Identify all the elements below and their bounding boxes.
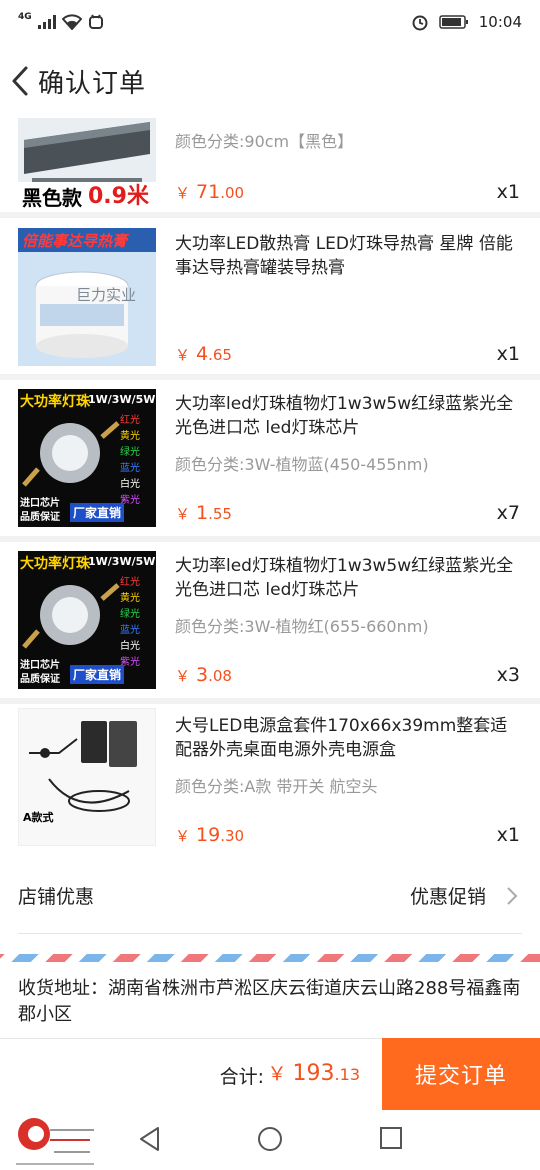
item-quantity: x3 xyxy=(496,664,520,686)
currency-symbol: ￥ xyxy=(175,346,191,364)
item-quantity: x1 xyxy=(496,181,520,203)
price-integer: 1 xyxy=(196,502,209,524)
currency-symbol: ￥ xyxy=(267,1063,287,1085)
item-price: ￥ 71.00 xyxy=(175,181,244,203)
checkout-bar: 合计: ￥ 193.13 提交订单 xyxy=(0,1038,540,1110)
item-title[interactable]: 大功率led灯珠植物灯1w3w5w红绿蓝紫光全光色进口芯 led灯珠芯片 xyxy=(175,392,522,440)
page-header: 确认订单 xyxy=(0,44,540,118)
order-item[interactable]: 黑色款 0.9米 颜色分类:90cm【黑色】 ￥ 71.00 x1 xyxy=(0,118,540,212)
nfc-icon xyxy=(88,14,104,30)
page-title: 确认订单 xyxy=(38,68,147,99)
currency-symbol: ￥ xyxy=(175,184,191,202)
chevron-right-icon xyxy=(507,887,518,905)
thumb-color: 白光 xyxy=(120,479,140,490)
alarm-icon xyxy=(411,13,429,31)
item-variant: 颜色分类:A款 带开关 航空头 xyxy=(175,777,378,796)
shipping-address[interactable]: 收货地址：湖南省株洲市芦淞区庆云街道庆云山路288号福鑫南郡小区 xyxy=(0,962,540,1038)
submit-order-button[interactable]: 提交订单 xyxy=(382,1038,540,1110)
spacer xyxy=(0,934,540,954)
network-type: 4G xyxy=(18,12,32,22)
store-discount-label: 店铺优惠 xyxy=(18,886,95,908)
thumb-label: 黑色款 xyxy=(22,186,82,208)
order-item-list[interactable]: 黑色款 0.9米 颜色分类:90cm【黑色】 ￥ 71.00 x1 倍能事达导热膏… xyxy=(0,118,540,858)
status-right: 10:04 xyxy=(411,13,522,31)
total-label: 合计: xyxy=(219,1066,264,1088)
thumb-color: 黄光 xyxy=(120,431,140,442)
order-item[interactable]: 大功率灯珠 1W/3W/5W 红光 黄光 绿光 蓝光 白光 紫光 进口芯片 品质… xyxy=(0,380,540,536)
thumb-color: 绿光 xyxy=(120,447,140,458)
nav-recents-icon[interactable] xyxy=(379,1126,403,1150)
clock-time: 10:04 xyxy=(478,13,522,31)
price-integer: 71 xyxy=(196,181,221,203)
thumb-color: 蓝光 xyxy=(120,463,140,474)
product-thumbnail[interactable]: 大功率灯珠 1W/3W/5W 红光 黄光 绿光 蓝光 白光 紫光 进口芯片 品质… xyxy=(18,551,156,689)
item-variant: 颜色分类:90cm【黑色】 xyxy=(175,132,354,151)
thumb-color: 黄光 xyxy=(120,593,140,604)
price-decimal: .55 xyxy=(208,505,232,523)
price-integer: 3 xyxy=(196,664,209,686)
status-bar: 4G 10:04 xyxy=(0,0,540,44)
thumb-color: 红光 xyxy=(120,577,140,588)
order-item[interactable]: 大功率灯珠 1W/3W/5W 红光 黄光 绿光 蓝光 白光 紫光 进口芯片 品质… xyxy=(0,542,540,698)
price-decimal: .65 xyxy=(208,346,232,364)
chevron-left-icon xyxy=(12,66,28,96)
price-decimal: .30 xyxy=(220,827,245,845)
thumb-bottom-mid: 厂家直销 xyxy=(70,665,125,684)
thumb-label: A款式 xyxy=(23,811,54,824)
product-thumbnail[interactable]: 黑色款 0.9米 xyxy=(18,118,156,208)
currency-symbol: ￥ xyxy=(175,667,191,685)
item-quantity: x1 xyxy=(496,824,520,846)
nav-home-icon[interactable] xyxy=(257,1126,283,1152)
thumb-bottom-left: 进口芯片 品质保证 xyxy=(20,660,60,685)
status-left: 4G xyxy=(18,12,104,30)
price-integer: 19 xyxy=(196,824,221,846)
thumb-color: 蓝光 xyxy=(120,625,140,636)
order-item[interactable]: 倍能事达导热膏 巨力实业 大功率LED散热膏 LED灯珠导热膏 星牌 倍能事达导… xyxy=(0,218,540,374)
signal-icon xyxy=(37,15,56,29)
product-thumbnail[interactable]: 倍能事达导热膏 巨力实业 xyxy=(18,228,156,366)
total-integer: 193 xyxy=(292,1061,335,1086)
system-nav-bar xyxy=(0,1110,540,1170)
price-integer: 4 xyxy=(196,343,209,365)
item-price: ￥ 4.65 xyxy=(175,343,232,365)
wifi-icon xyxy=(61,14,82,30)
thumb-bottom-mid: 厂家直销 xyxy=(70,503,125,522)
nav-back-icon[interactable] xyxy=(138,1126,162,1152)
airmail-border xyxy=(0,954,540,962)
price-decimal: .00 xyxy=(220,184,245,202)
product-thumbnail[interactable]: 大功率灯珠 1W/3W/5W 红光 黄光 绿光 蓝光 白光 紫光 进口芯片 品质… xyxy=(18,389,156,527)
thumb-bottom-left: 进口芯片 品质保证 xyxy=(20,498,60,523)
thumb-watermark: 巨力实业 xyxy=(76,286,137,304)
price-decimal: .08 xyxy=(208,667,232,685)
total-price: ￥ 193.13 xyxy=(268,1059,360,1086)
store-discount-row[interactable]: 店铺优惠 优惠促销 xyxy=(0,858,540,934)
watermark-logo xyxy=(16,1118,94,1165)
product-thumbnail[interactable]: A款式 xyxy=(18,708,156,846)
item-title[interactable]: 大功率LED散热膏 LED灯珠导热膏 星牌 倍能事达导热膏罐装导热膏 xyxy=(175,232,522,280)
item-quantity: x1 xyxy=(496,343,520,365)
item-quantity: x7 xyxy=(496,502,520,524)
battery-icon xyxy=(439,14,469,30)
item-title[interactable]: 大功率led灯珠植物灯1w3w5w红绿蓝紫光全光色进口芯 led灯珠芯片 xyxy=(175,554,522,602)
thumb-color: 红光 xyxy=(120,415,140,426)
thumb-color: 白光 xyxy=(120,641,140,652)
total-decimal: .13 xyxy=(334,1065,360,1084)
thumb-badge: 0.9米 xyxy=(88,184,149,208)
thumb-color: 绿光 xyxy=(120,609,140,620)
item-variant: 颜色分类:3W-植物蓝(450-455nm) xyxy=(175,455,429,474)
store-discount-value: 优惠促销 xyxy=(409,886,486,908)
item-title[interactable]: 大号LED电源盒套件170x66x39mm整套适配器外壳桌面电源外壳电源盒 xyxy=(175,714,522,762)
back-button[interactable] xyxy=(2,44,38,118)
thumb-label: 倍能事达导热膏 xyxy=(22,232,128,250)
order-item[interactable]: A款式 大号LED电源盒套件170x66x39mm整套适配器外壳桌面电源外壳电源… xyxy=(0,704,540,858)
currency-symbol: ￥ xyxy=(175,505,191,523)
item-variant: 颜色分类:3W-植物红(655-660nm) xyxy=(175,617,429,636)
currency-symbol: ￥ xyxy=(175,827,191,845)
item-price: ￥ 3.08 xyxy=(175,664,232,686)
item-price: ￥ 1.55 xyxy=(175,502,232,524)
item-price: ￥ 19.30 xyxy=(175,824,244,846)
